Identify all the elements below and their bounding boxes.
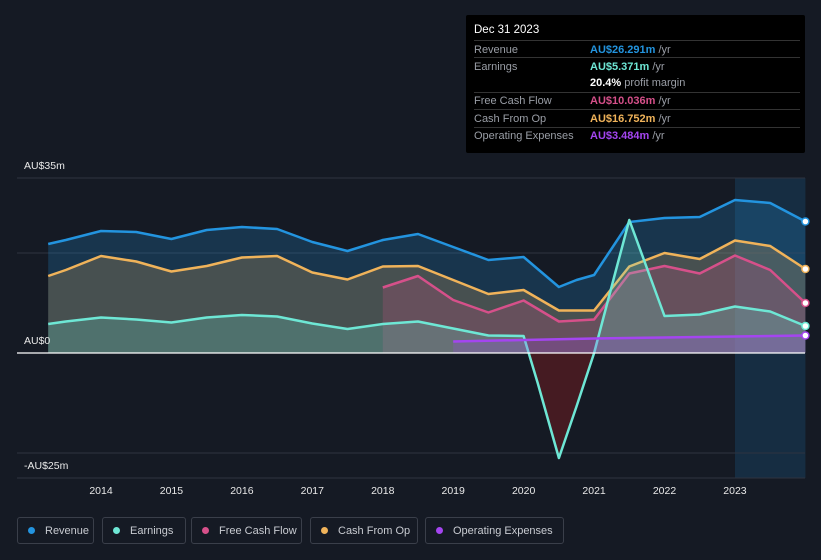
- x-tick-label: 2018: [371, 485, 395, 497]
- tooltip-unit: /yr: [658, 112, 671, 125]
- legend-item-revenue[interactable]: Revenue: [17, 517, 94, 544]
- tooltip-unit: /yr: [658, 43, 671, 56]
- x-tick-label: 2014: [89, 485, 113, 497]
- earnings-end-marker: [801, 321, 810, 331]
- x-tick-label: 2015: [159, 485, 184, 497]
- tooltip-row: Cash From Op AU$16.752m/yr: [474, 109, 800, 127]
- legend-dot-icon: [436, 527, 443, 534]
- tooltip-date: Dec 31 2023: [474, 24, 540, 36]
- legend-label: Cash From Op: [338, 524, 411, 537]
- x-tick-label: 2017: [300, 485, 324, 497]
- x-tick-label: 2019: [441, 485, 465, 497]
- legend-dot-icon: [113, 527, 120, 534]
- tooltip-unit: /yr: [658, 95, 671, 108]
- tooltip-row: Free Cash Flow AU$10.036m/yr: [474, 91, 800, 110]
- tooltip-label: Free Cash Flow: [474, 95, 552, 108]
- free-cash-flow-end-marker: [801, 298, 810, 308]
- y-tick-label: AU$35m: [24, 160, 65, 172]
- y-tick-label: -AU$25m: [24, 460, 69, 472]
- legend-item-free-cash-flow[interactable]: Free Cash Flow: [191, 517, 302, 544]
- x-tick-label: 2016: [230, 485, 254, 497]
- legend-label: Revenue: [45, 524, 90, 537]
- tooltip-unit: /yr: [652, 130, 665, 142]
- tooltip-label: Revenue: [474, 43, 519, 56]
- tooltip-row: Revenue AU$26.291m/yr: [474, 40, 800, 58]
- tooltip: Dec 31 2023 Revenue AU$26.291m/yr Earnings…: [466, 15, 805, 153]
- x-tick-label: 2023: [723, 485, 747, 497]
- tooltip-row: Operating Expenses AU$3.484m/yr: [474, 126, 800, 145]
- legend-label: Operating Expenses: [453, 524, 553, 537]
- tooltip-value: AU$5.371m: [590, 60, 650, 73]
- tooltip-unit: profit margin: [624, 77, 686, 90]
- operating-expenses-end-marker: [801, 331, 810, 340]
- legend-label: Earnings: [130, 524, 174, 537]
- tooltip-label: Operating Expenses: [474, 130, 574, 142]
- x-tick-label: 2020: [511, 485, 536, 497]
- tooltip-value: AU$16.752m: [590, 112, 656, 125]
- legend-dot-icon: [28, 527, 35, 534]
- legend-dot-icon: [321, 527, 328, 534]
- tooltip-label: Cash From Op: [474, 112, 547, 125]
- legend-item-cash-from-op[interactable]: Cash From Op: [310, 517, 418, 544]
- legend-label: Free Cash Flow: [219, 524, 297, 537]
- legend-item-operating-expenses[interactable]: Operating Expenses: [425, 517, 564, 544]
- legend-dot-icon: [202, 527, 209, 534]
- x-tick-label: 2022: [652, 485, 677, 497]
- cash-from-op-end-marker: [801, 264, 810, 274]
- tooltip-label: Earnings: [474, 60, 518, 73]
- tooltip-value: AU$3.484m: [590, 130, 650, 142]
- revenue-end-marker: [801, 217, 810, 226]
- tooltip-unit: /yr: [652, 60, 665, 73]
- tooltip-value: 20.4%: [590, 77, 622, 90]
- tooltip-value: AU$10.036m: [590, 95, 656, 108]
- tooltip-value: AU$26.291m: [590, 43, 656, 56]
- tooltip-row: Earnings AU$5.371m/yr: [474, 57, 800, 75]
- tooltip-row: 20.4% profit margin: [474, 75, 800, 92]
- legend-item-earnings[interactable]: Earnings: [102, 517, 186, 544]
- y-tick-label: AU$0: [24, 335, 51, 347]
- x-tick-label: 2021: [582, 485, 606, 497]
